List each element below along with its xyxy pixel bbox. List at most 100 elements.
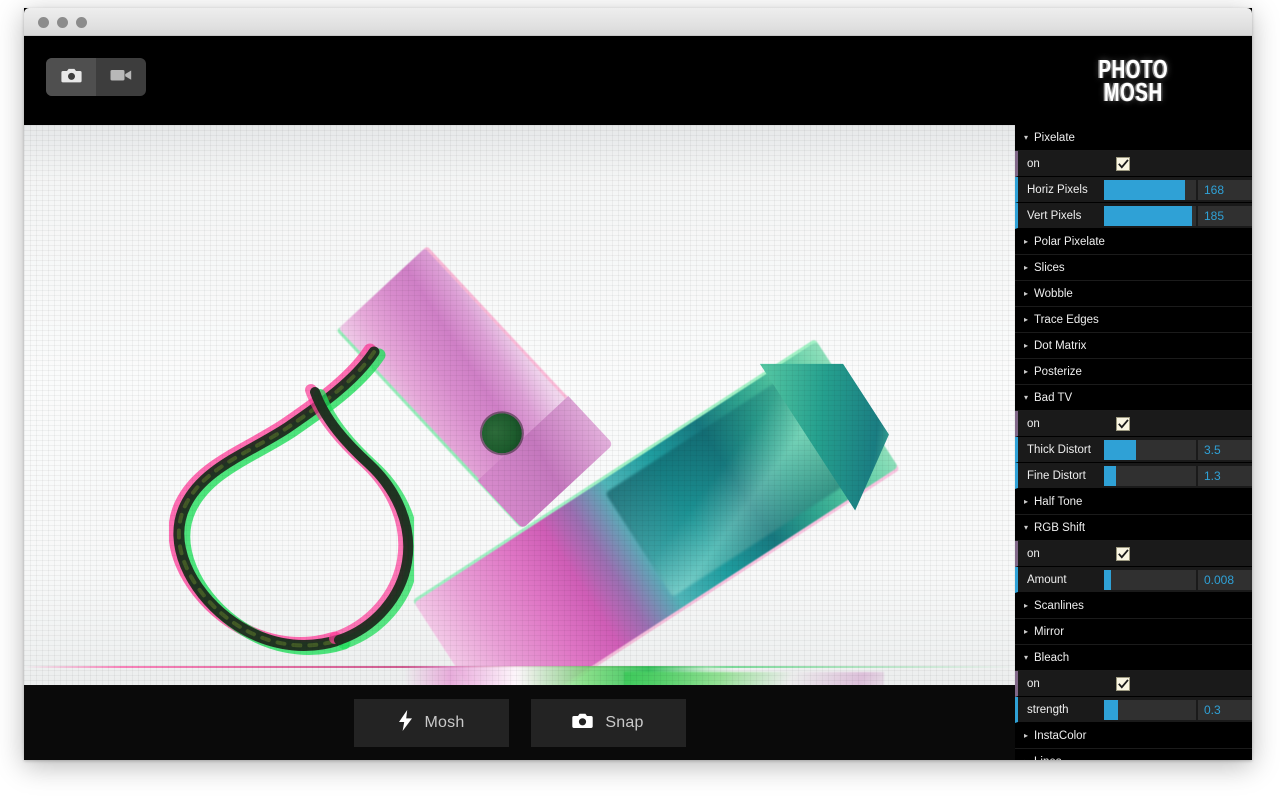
folder-dot-matrix[interactable]: ▸ Dot Matrix [1015,333,1252,359]
slider-fill [1104,465,1116,486]
glitch-shape-cord-loop [169,340,414,660]
close-button[interactable] [38,17,49,28]
chevron-right-icon: ▸ [1024,315,1029,324]
control-row-bad-tv-thick-distort[interactable]: Thick Distort 3.5 [1015,437,1252,463]
folder-bad-tv[interactable]: ▾ Bad TV [1015,385,1252,411]
window-titlebar [24,8,1252,36]
slider-fill [1104,569,1112,590]
folder-scanlines[interactable]: ▸ Scanlines [1015,593,1252,619]
slider-amount[interactable] [1104,569,1196,590]
lightning-bolt-icon [398,709,413,736]
folder-label: Dot Matrix [1034,340,1087,353]
chevron-right-icon: ▸ [1024,731,1029,740]
toggle-pixelate-checkbox[interactable] [1116,156,1130,171]
video-mode-button[interactable] [96,58,146,96]
folder-label: Pixelate [1034,132,1075,145]
control-row-bad-tv-fine-distort[interactable]: Fine Distort 1.3 [1015,463,1252,489]
control-label: strength [1027,703,1069,716]
folder-label: Bleach [1034,652,1070,665]
slider-horiz-pixels[interactable] [1104,179,1196,200]
minimize-button[interactable] [57,17,68,28]
control-row-pixelate-on[interactable]: on [1015,151,1252,177]
slider-group: 1.3 [1104,463,1252,489]
chevron-down-icon: ▾ [1024,133,1029,142]
folder-instacolor[interactable]: ▸ InstaColor [1015,723,1252,749]
folder-wobble[interactable]: ▸ Wobble [1015,281,1252,307]
chevron-right-icon: ▸ [1024,367,1029,376]
slider-strength[interactable] [1104,699,1196,720]
slider-value-amount[interactable]: 0.008 [1198,569,1252,590]
folder-label: Scanlines [1034,600,1084,613]
control-label: Fine Distort [1027,469,1086,482]
slider-group: 0.3 [1104,697,1252,723]
folder-slices[interactable]: ▸ Slices [1015,255,1252,281]
folder-half-tone[interactable]: ▸ Half Tone [1015,489,1252,515]
folder-label: Half Tone [1034,496,1083,509]
slider-value-horiz-pixels[interactable]: 168 [1198,179,1252,200]
slider-value-fine-distort[interactable]: 1.3 [1198,465,1252,486]
glitch-slice-band [24,666,1015,685]
toggle-bad-tv-checkbox[interactable] [1116,416,1130,431]
folder-label: InstaColor [1034,730,1087,743]
slider-vert-pixels[interactable] [1104,205,1196,226]
slider-fine-distort[interactable] [1104,465,1196,486]
checkmark-icon [1117,158,1129,169]
folder-rgb-shift[interactable]: ▾ RGB Shift [1015,515,1252,541]
slider-fill [1104,699,1118,720]
chevron-down-icon: ▾ [1024,653,1029,662]
app-stage: Mosh Snap PHOTO MOSH ▾ Pixelate on Horiz… [24,36,1252,760]
camera-icon [572,712,594,734]
mosh-button[interactable]: Mosh [353,698,509,747]
control-row-rgb-shift-amount[interactable]: Amount 0.008 [1015,567,1252,593]
folder-mirror[interactable]: ▸ Mirror [1015,619,1252,645]
folder-trace-edges[interactable]: ▸ Trace Edges [1015,307,1252,333]
slider-group: 168 [1104,177,1252,203]
slider-value-thick-distort[interactable]: 3.5 [1198,439,1252,460]
slider-value-vert-pixels[interactable]: 185 [1198,205,1252,226]
slider-fill [1104,439,1137,460]
control-label: on [1027,157,1040,170]
app-window: Mosh Snap PHOTO MOSH ▾ Pixelate on Horiz… [24,8,1252,760]
slider-thick-distort[interactable] [1104,439,1196,460]
moshed-photo [24,125,1015,685]
effects-control-panel[interactable]: PHOTO MOSH ▾ Pixelate on Horiz Pixels 168 Ver… [1015,36,1252,760]
chevron-right-icon: ▸ [1024,237,1029,246]
folder-label: Trace Edges [1034,314,1099,327]
snap-button[interactable]: Snap [530,698,686,747]
photo-mode-button[interactable] [46,58,96,96]
control-label: on [1027,547,1040,560]
folder-bleach[interactable]: ▾ Bleach [1015,645,1252,671]
chevron-right-icon: ▸ [1024,749,1034,760]
control-row-bad-tv-on[interactable]: on [1015,411,1252,437]
slider-group: 0.008 [1104,567,1252,593]
effects-folder-list: ▾ Pixelate on Horiz Pixels 168 Vert Pixels 185… [1015,125,1252,760]
folder-label: Bad TV [1034,392,1073,405]
control-row-pixelate-vert-pixels[interactable]: Vert Pixels 185 [1015,203,1252,229]
folder-lines[interactable]: ▸Lines [1015,749,1252,760]
chevron-right-icon: ▸ [1024,263,1029,272]
chevron-right-icon: ▸ [1024,341,1029,350]
folder-label: Slices [1034,262,1065,275]
folder-label: Posterize [1034,366,1082,379]
photomosh-app: Mosh Snap PHOTO MOSH ▾ Pixelate on Horiz… [0,0,1280,803]
control-row-bleach-on[interactable]: on [1015,671,1252,697]
toggle-rgb-shift-checkbox[interactable] [1116,546,1130,561]
video-camera-icon [110,68,132,87]
chevron-right-icon: ▸ [1024,627,1029,636]
folder-polar-pixelate[interactable]: ▸ Polar Pixelate [1015,229,1252,255]
capture-mode-toggle[interactable] [46,58,146,96]
control-label: Vert Pixels [1027,209,1082,222]
control-label: on [1027,677,1040,690]
zoom-button[interactable] [76,17,87,28]
folder-pixelate[interactable]: ▾ Pixelate [1015,125,1252,151]
snap-button-label: Snap [605,713,644,731]
slider-value-strength[interactable]: 0.3 [1198,699,1252,720]
control-row-rgb-shift-on[interactable]: on [1015,541,1252,567]
moshed-image-viewport[interactable] [24,125,1015,685]
control-row-bleach-strength[interactable]: strength 0.3 [1015,697,1252,723]
control-row-pixelate-horiz-pixels[interactable]: Horiz Pixels 168 [1015,177,1252,203]
mosh-button-label: Mosh [424,713,465,731]
control-label: Thick Distort [1027,443,1091,456]
toggle-bleach-checkbox[interactable] [1116,676,1130,691]
folder-posterize[interactable]: ▸ Posterize [1015,359,1252,385]
